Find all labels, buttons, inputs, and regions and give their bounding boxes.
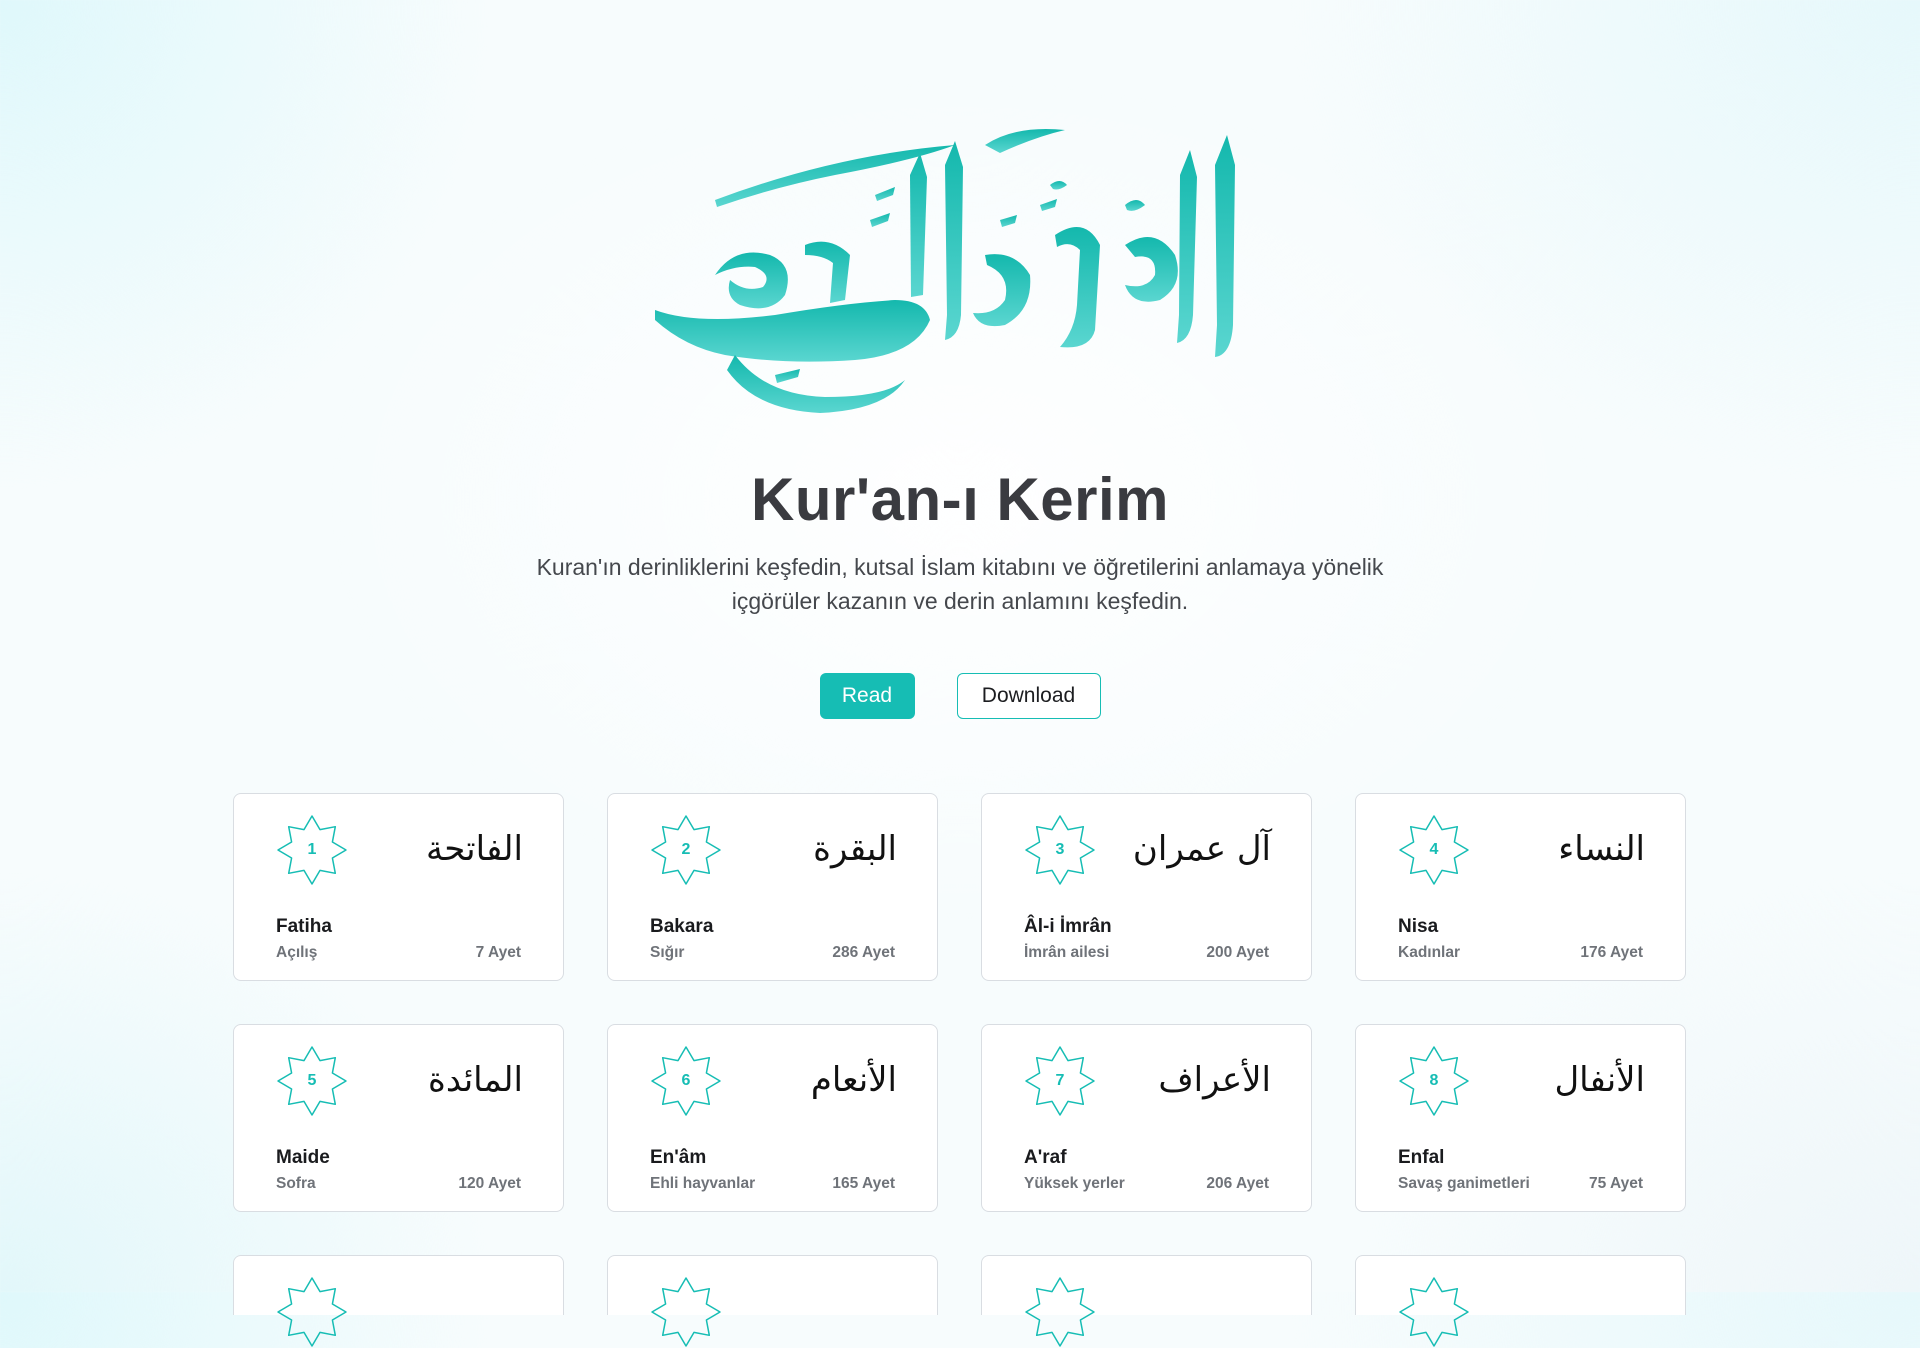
surah-card[interactable]: 8 الأنفال Enfal Savaş ganimetleri 75 Aye… bbox=[1355, 1024, 1686, 1212]
cta-buttons: Read Download bbox=[0, 673, 1920, 719]
surah-meaning: Ehli hayvanlar bbox=[650, 1175, 756, 1192]
surah-number: 5 bbox=[307, 1072, 317, 1089]
surah-number-badge bbox=[650, 1276, 722, 1348]
surah-card[interactable]: 4 النساء Nisa Kadınlar 176 Ayet bbox=[1355, 793, 1686, 981]
surah-number: 6 bbox=[681, 1072, 691, 1089]
surah-number-badge bbox=[276, 1276, 348, 1348]
page-subtitle: Kuran'ın derinliklerini keşfedin, kutsal… bbox=[536, 554, 1384, 614]
star-octagon-icon bbox=[1399, 1277, 1469, 1347]
surah-meaning: Sığır bbox=[650, 944, 685, 961]
surah-arabic-name: المائدة bbox=[428, 1060, 523, 1100]
surah-card[interactable]: 2 البقرة Bakara Sığır 286 Ayet bbox=[607, 793, 938, 981]
surah-name: Maide bbox=[276, 1147, 330, 1168]
surah-number-badge: 2 bbox=[650, 814, 722, 886]
ayah-count: 200 Ayet bbox=[1206, 944, 1269, 961]
surah-arabic-name: النساء bbox=[1558, 829, 1645, 869]
surah-arabic-name: الأنفال bbox=[1554, 1060, 1645, 1100]
surah-arabic-name: الأنعام bbox=[810, 1060, 897, 1100]
surah-name: Bakara bbox=[650, 916, 714, 937]
star-octagon-icon bbox=[651, 1277, 721, 1347]
star-octagon-icon bbox=[277, 1277, 347, 1347]
surah-card[interactable]: 7 الأعراف A'raf Yüksek yerler 206 Ayet bbox=[981, 1024, 1312, 1212]
surah-card-partial[interactable] bbox=[981, 1255, 1312, 1347]
ayah-count: 176 Ayet bbox=[1580, 944, 1643, 961]
surah-arabic-name: الفاتحة bbox=[425, 829, 523, 869]
ayah-count: 286 Ayet bbox=[832, 944, 895, 961]
surah-arabic-name: البقرة bbox=[813, 829, 897, 869]
star-octagon-icon bbox=[1025, 1277, 1095, 1347]
surah-card-partial[interactable] bbox=[1355, 1255, 1686, 1347]
surah-number-badge: 5 bbox=[276, 1045, 348, 1117]
ayah-count: 120 Ayet bbox=[458, 1175, 521, 1192]
surah-card[interactable]: 1 الفاتحة Fatiha Açılış 7 Ayet bbox=[233, 793, 564, 981]
surah-number-badge: 7 bbox=[1024, 1045, 1096, 1117]
surah-number-badge: 4 bbox=[1398, 814, 1470, 886]
surah-number-badge bbox=[1024, 1276, 1096, 1348]
surah-card-partial[interactable] bbox=[607, 1255, 938, 1347]
surah-grid: 1 الفاتحة Fatiha Açılış 7 Ayet 2 البقرة … bbox=[233, 793, 1686, 1347]
ayah-count: 75 Ayet bbox=[1589, 1175, 1643, 1192]
surah-card[interactable]: 3 آل عمران Âl-i İmrân İmrân ailesi 200 A… bbox=[981, 793, 1312, 981]
surah-number-badge: 1 bbox=[276, 814, 348, 886]
surah-name: A'raf bbox=[1024, 1147, 1067, 1168]
surah-name: Âl-i İmrân bbox=[1024, 916, 1112, 937]
surah-card[interactable]: 6 الأنعام En'âm Ehli hayvanlar 165 Ayet bbox=[607, 1024, 938, 1212]
surah-name: Nisa bbox=[1398, 916, 1439, 937]
quran-calligraphy-logo bbox=[655, 129, 1235, 413]
surah-number-badge: 3 bbox=[1024, 814, 1096, 886]
surah-card-partial[interactable] bbox=[233, 1255, 564, 1347]
read-button[interactable]: Read bbox=[819, 673, 915, 719]
ayah-count: 7 Ayet bbox=[475, 944, 521, 961]
ayah-count: 165 Ayet bbox=[832, 1175, 895, 1192]
surah-number: 4 bbox=[1429, 841, 1439, 858]
surah-number: 8 bbox=[1429, 1072, 1439, 1089]
surah-arabic-name: الأعراف bbox=[1158, 1060, 1271, 1100]
surah-number: 2 bbox=[681, 841, 691, 858]
surah-arabic-name: آل عمران bbox=[1132, 829, 1271, 869]
surah-number-badge: 8 bbox=[1398, 1045, 1470, 1117]
surah-number: 1 bbox=[307, 841, 317, 858]
surah-number-badge: 6 bbox=[650, 1045, 722, 1117]
surah-card[interactable]: 5 المائدة Maide Sofra 120 Ayet bbox=[233, 1024, 564, 1212]
ayah-count: 206 Ayet bbox=[1206, 1175, 1269, 1192]
surah-number: 3 bbox=[1055, 841, 1065, 858]
surah-meaning: Kadınlar bbox=[1398, 944, 1461, 961]
surah-meaning: Savaş ganimetleri bbox=[1398, 1175, 1530, 1192]
surah-meaning: İmrân ailesi bbox=[1024, 944, 1110, 961]
page-title: Kur'an-ı Kerim bbox=[750, 466, 1169, 533]
surah-name: Enfal bbox=[1398, 1147, 1445, 1168]
surah-name: Fatiha bbox=[276, 916, 332, 937]
download-button[interactable]: Download bbox=[956, 673, 1101, 719]
surah-number-badge bbox=[1398, 1276, 1470, 1348]
surah-name: En'âm bbox=[650, 1147, 707, 1168]
surah-meaning: Yüksek yerler bbox=[1024, 1175, 1125, 1192]
surah-meaning: Açılış bbox=[276, 944, 318, 961]
surah-number: 7 bbox=[1055, 1072, 1065, 1089]
surah-meaning: Sofra bbox=[276, 1175, 316, 1192]
